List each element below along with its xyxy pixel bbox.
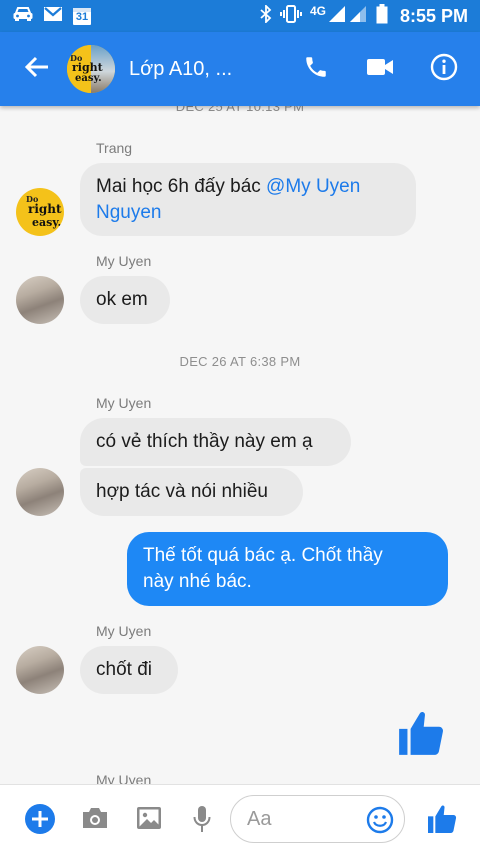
sender-name: My Uyen xyxy=(96,395,152,411)
calendar-day-text: 31 xyxy=(75,11,89,23)
image-icon xyxy=(136,806,162,835)
conversation-title[interactable]: Lớp A10, ... xyxy=(129,58,232,81)
message-text: này nhé bác. xyxy=(143,571,252,592)
message-bubble[interactable]: có vẻ thích thầy này em ạ xyxy=(80,418,351,466)
gmail-icon xyxy=(43,6,63,27)
voice-call-button[interactable] xyxy=(284,32,348,106)
battery-icon xyxy=(376,3,388,29)
video-camera-icon xyxy=(366,57,394,82)
message-text: hợp tác và nói nhiều xyxy=(96,481,268,502)
signal-icon xyxy=(328,5,368,28)
message-text: Mai học 6h đấy bác xyxy=(96,176,267,197)
message-composer xyxy=(0,784,480,853)
timestamp: DEC 25 AT 10:13 PM xyxy=(175,106,305,114)
message-text: ok em xyxy=(96,289,148,310)
gallery-button[interactable] xyxy=(136,806,162,835)
bluetooth-icon xyxy=(260,3,272,28)
message-bubble[interactable]: ok em xyxy=(80,276,170,324)
sender-name: My Uyen xyxy=(96,772,152,784)
avatar-logo-text: easy. xyxy=(32,216,62,229)
back-arrow-icon xyxy=(24,55,50,84)
message-text: chốt đi xyxy=(96,659,152,680)
like-button[interactable] xyxy=(426,803,458,840)
info-icon xyxy=(430,53,458,86)
mention-link[interactable]: Nguyen xyxy=(96,202,162,223)
car-icon xyxy=(12,6,34,27)
avatar[interactable]: Do right easy. xyxy=(16,188,64,236)
camera-button[interactable] xyxy=(81,806,109,835)
microphone-icon xyxy=(192,805,212,838)
message-text: Thế tốt quá bác ạ. Chốt thầy xyxy=(143,545,383,566)
timestamp: DEC 26 AT 6:38 PM xyxy=(179,354,301,369)
video-call-button[interactable] xyxy=(348,32,412,106)
message-bubble[interactable]: Mai học 6h đấy bác @My Uyen Nguyen xyxy=(80,163,416,236)
emoji-icon[interactable] xyxy=(366,806,394,839)
clock-time: 8:55 PM xyxy=(399,5,468,26)
back-button[interactable] xyxy=(9,32,65,106)
message-bubble[interactable]: hợp tác và nói nhiều xyxy=(80,468,303,516)
calendar-icon: 31 xyxy=(72,6,92,26)
mention-link[interactable]: @My Uyen xyxy=(266,176,360,197)
like-thumb-icon xyxy=(426,803,458,840)
message-input[interactable] xyxy=(247,807,357,831)
vibrate-icon xyxy=(279,4,302,28)
network-type: 4G xyxy=(309,4,326,18)
avatar-logo-text: easy. xyxy=(75,73,102,84)
more-actions-button[interactable] xyxy=(24,803,56,840)
avatar[interactable] xyxy=(16,468,64,516)
message-bubble[interactable]: chốt đi xyxy=(80,646,178,694)
sender-name: Trang xyxy=(96,140,133,156)
avatar[interactable] xyxy=(16,276,64,324)
avatar-logo-text: right xyxy=(28,202,62,216)
outgoing-message-bubble[interactable]: Thế tốt quá bác ạ. Chốt thầy này nhé bác… xyxy=(127,532,448,606)
sender-name: My Uyen xyxy=(96,623,152,639)
status-bar: 31 4G 8:55 PM xyxy=(0,0,480,32)
avatar[interactable] xyxy=(16,646,64,694)
sender-name: My Uyen xyxy=(96,253,152,269)
message-text: có vẻ thích thầy này em ạ xyxy=(96,431,313,452)
voice-message-button[interactable] xyxy=(192,805,212,838)
like-thumb-icon[interactable] xyxy=(396,708,446,763)
message-list[interactable]: DEC 25 AT 10:13 PM Trang Do right easy. … xyxy=(0,106,480,784)
group-avatar[interactable]: Do right easy. xyxy=(67,45,115,93)
phone-icon xyxy=(303,54,329,85)
conversation-header: Do right easy. Lớp A10, ... xyxy=(0,32,480,106)
message-input-box[interactable] xyxy=(230,795,405,843)
conversation-info-button[interactable] xyxy=(412,32,476,106)
camera-icon xyxy=(81,806,109,835)
plus-icon xyxy=(24,803,56,840)
